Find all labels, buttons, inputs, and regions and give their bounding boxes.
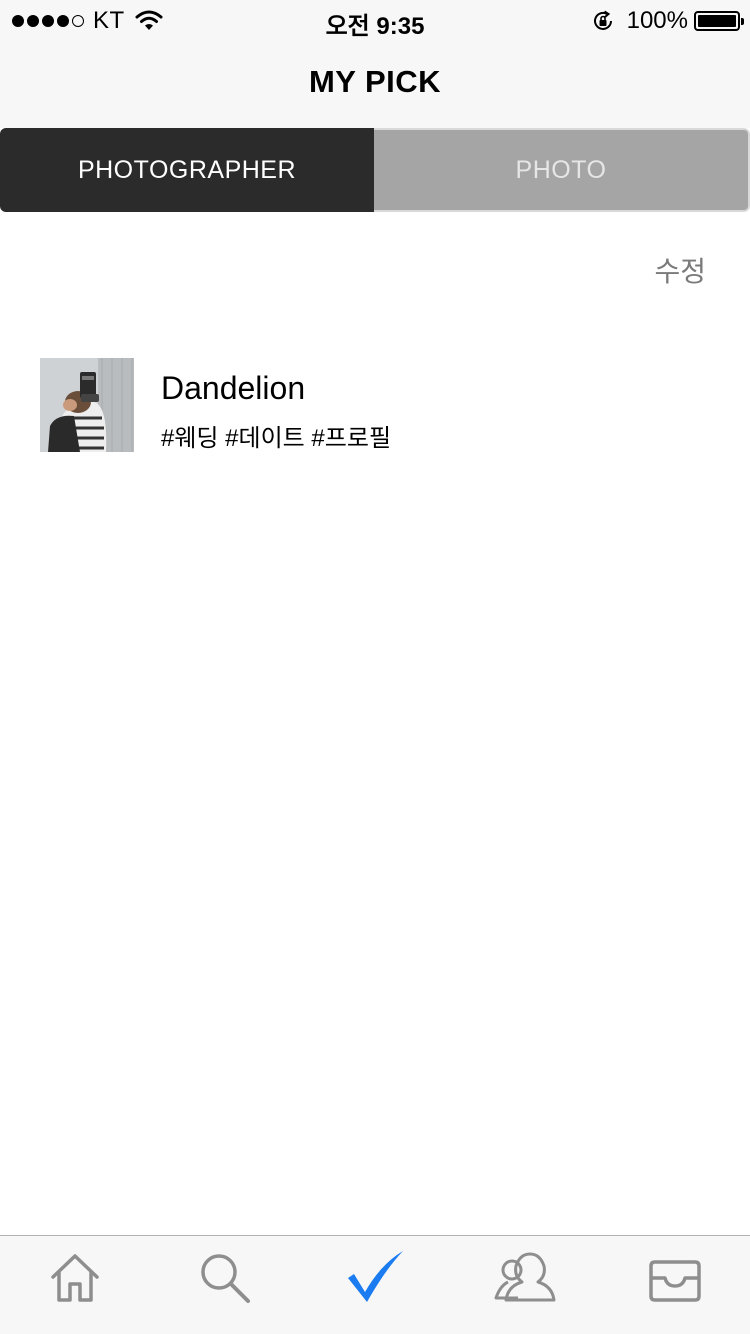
edit-button[interactable]: 수정 — [654, 250, 706, 290]
list-item[interactable]: Dandelion #웨딩 #데이트 #프로필 — [40, 358, 710, 452]
checkmark-icon[interactable] — [345, 1248, 405, 1308]
page-title: MY PICK — [308, 64, 442, 99]
navigation-bar: MY PICK — [0, 40, 750, 128]
home-icon[interactable] — [45, 1248, 105, 1308]
search-icon[interactable] — [195, 1248, 255, 1308]
screen: KT 오전 9:35 100% MY PICK PHOTOGRAPHER PHO… — [0, 0, 750, 1334]
inbox-icon[interactable] — [645, 1248, 705, 1308]
tab-photographer[interactable]: PHOTOGRAPHER — [0, 128, 374, 212]
photographer-tags: #웨딩 #데이트 #프로필 — [161, 425, 392, 452]
avatar — [40, 358, 134, 452]
rotation-lock-icon — [593, 10, 612, 30]
photographer-name: Dandelion — [161, 370, 306, 406]
status-right: 100% — [591, 7, 744, 35]
tab-bar — [0, 1235, 750, 1334]
battery-icon — [694, 11, 744, 31]
segmented-control: PHOTOGRAPHER PHOTO — [0, 128, 750, 212]
tab-photo[interactable]: PHOTO — [374, 128, 750, 212]
photographer-thumbnail — [40, 358, 134, 452]
status-bar: KT 오전 9:35 100% — [0, 0, 750, 40]
battery-percentage: 100% — [626, 7, 688, 34]
people-icon[interactable] — [492, 1248, 558, 1308]
battery-level — [698, 15, 736, 27]
